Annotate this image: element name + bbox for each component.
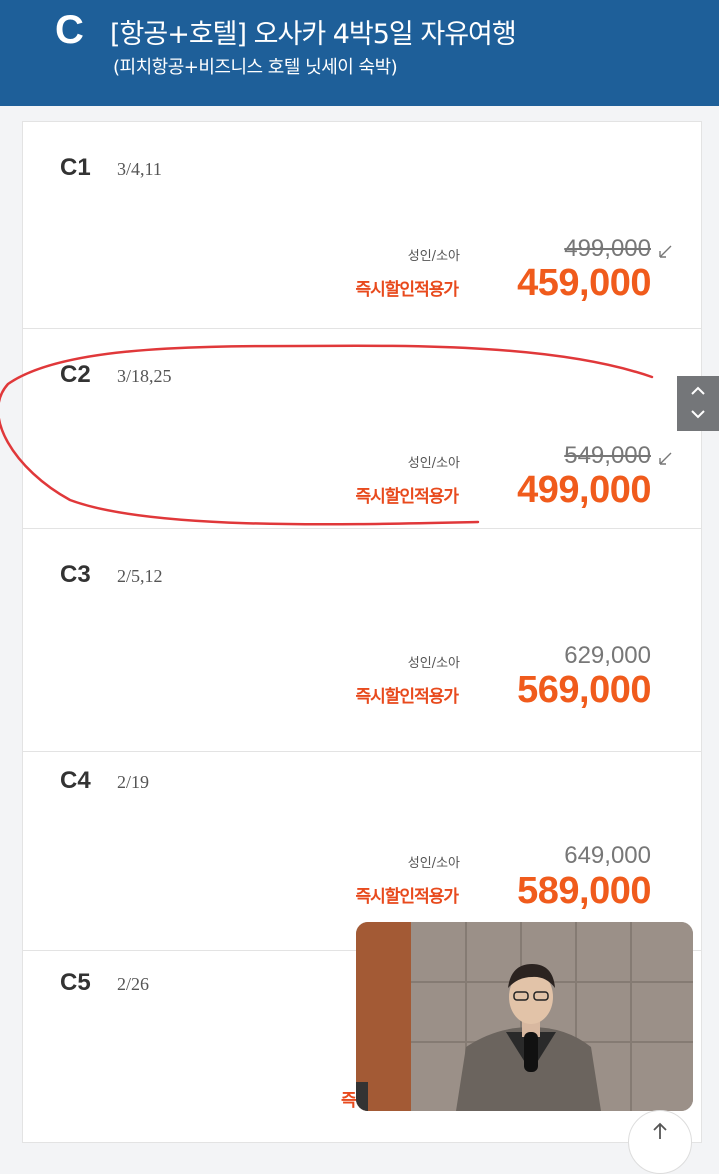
option-code: C1 [60, 154, 91, 181]
age-label: 성인/소아 [407, 656, 460, 671]
original-price: 649,000 [564, 842, 651, 869]
option-code: C3 [60, 561, 91, 588]
original-price: 499,000 [564, 235, 651, 262]
departure-dates: 2/19 [117, 772, 150, 792]
original-price: 549,000 [564, 442, 651, 469]
age-label: 성인/소아 [407, 456, 460, 471]
option-code: C2 [60, 361, 91, 388]
strike-arrow-icon [659, 452, 672, 465]
option-code: C5 [60, 969, 91, 996]
back-to-top-button[interactable] [628, 1110, 692, 1174]
option-code: C4 [60, 767, 91, 794]
original-price: 629,000 [564, 642, 651, 669]
departure-dates: 2/5,12 [117, 566, 163, 586]
departure-dates: 3/4,11 [117, 159, 162, 179]
chevron-down-icon[interactable] [690, 408, 706, 420]
discount-label: 즉시할인적용가 [355, 487, 459, 507]
discount-label-partial: 즉 [341, 1091, 357, 1111]
page-title: [항공+호텔] 오사카 4박5일 자유여행 [110, 19, 517, 50]
sale-price: 589,000 [517, 870, 651, 912]
arrow-up-icon[interactable] [650, 1121, 670, 1141]
chevron-up-icon[interactable] [690, 385, 706, 397]
sale-price: 459,000 [517, 262, 651, 304]
presenter-video [356, 922, 693, 1111]
page-header: C [항공+호텔] 오사카 4박5일 자유여행 (피치항공+비즈니스 호텔 닛세… [0, 0, 719, 106]
video-overlay[interactable] [356, 922, 693, 1111]
departure-dates: 2/26 [117, 974, 150, 994]
page-subtitle: (피치항공+비즈니스 호텔 닛세이 숙박) [113, 57, 398, 78]
group-letter: C [55, 8, 84, 52]
scroll-control[interactable] [677, 376, 719, 431]
price-row-c3: C3 2/5,12 성인/소아 629,000 즉시할인적용가 569,000 [23, 529, 701, 752]
price-row-c1: C1 3/4,11 성인/소아 499,000 즉시할인적용가 459,000 [23, 122, 701, 329]
discount-label: 즉시할인적용가 [355, 887, 459, 907]
price-row-c2: C2 3/18,25 성인/소아 549,000 즉시할인적용가 499,000 [23, 329, 701, 529]
sale-price: 499,000 [517, 469, 651, 511]
strike-arrow-icon [659, 245, 672, 258]
departure-dates: 3/18,25 [117, 366, 172, 386]
discount-label: 즉시할인적용가 [355, 687, 459, 707]
age-label: 성인/소아 [407, 856, 460, 871]
age-label: 성인/소아 [407, 249, 460, 264]
sale-price: 569,000 [517, 669, 651, 711]
discount-label: 즉시할인적용가 [355, 280, 459, 300]
